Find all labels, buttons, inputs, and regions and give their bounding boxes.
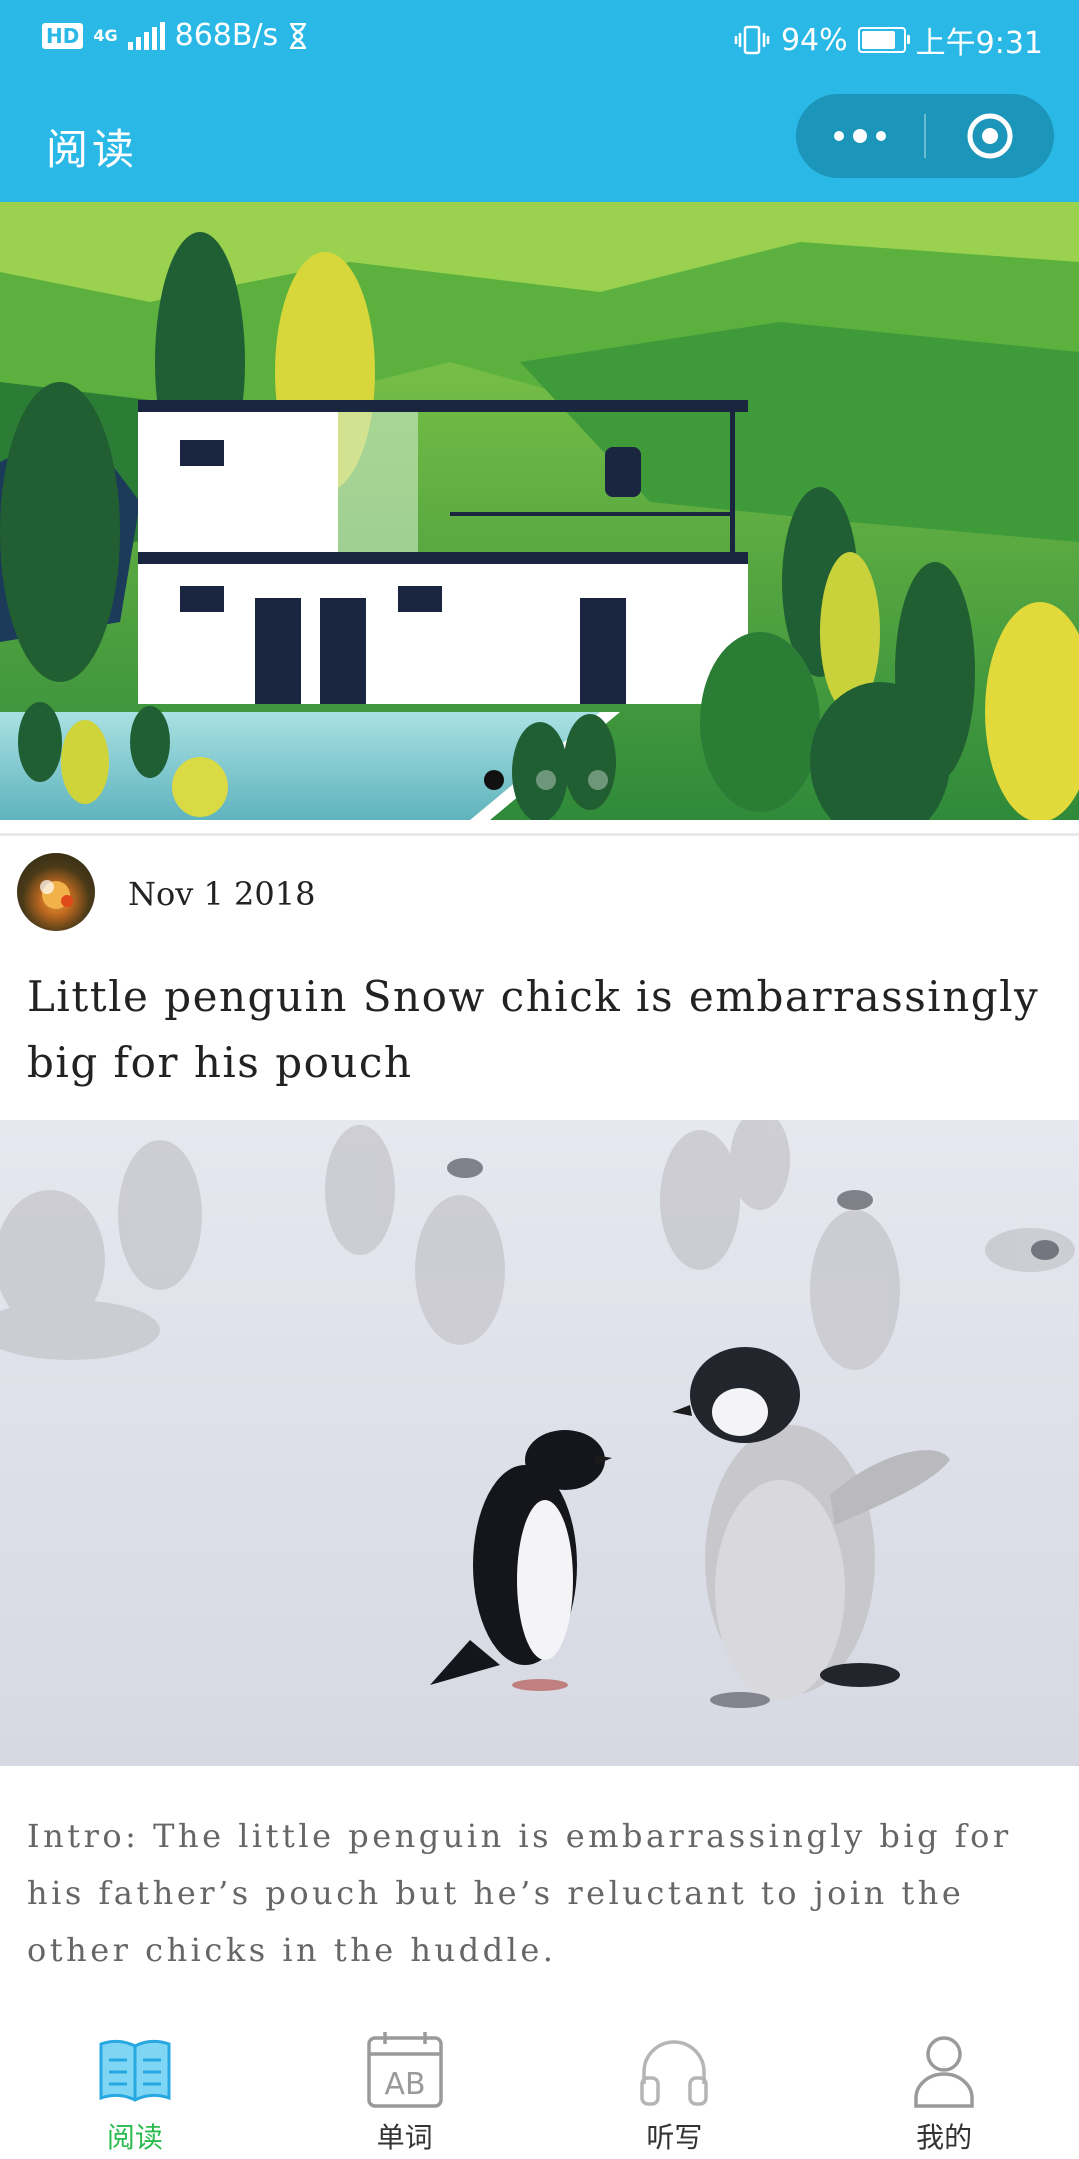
divider bbox=[0, 833, 1079, 836]
page-title: 阅读 bbox=[46, 125, 139, 174]
signal-icon bbox=[127, 21, 165, 50]
battery-percent: 94% bbox=[780, 22, 848, 58]
tab-label: 阅读 bbox=[106, 2121, 163, 2154]
status-left: HD 4G 868B/s bbox=[42, 18, 308, 53]
article-photo[interactable] bbox=[0, 1120, 1079, 1766]
close-miniprogram-button[interactable] bbox=[926, 94, 1054, 178]
battery-icon bbox=[857, 27, 910, 53]
carousel-dot[interactable] bbox=[484, 770, 504, 790]
mini-program-capsule bbox=[796, 94, 1054, 178]
penguins-photo bbox=[0, 1120, 1079, 1766]
carousel-dot[interactable] bbox=[588, 770, 608, 790]
headphones-icon bbox=[640, 2040, 709, 2106]
more-dot-icon bbox=[876, 131, 886, 141]
target-close-icon bbox=[967, 113, 1013, 159]
svg-text:AB: AB bbox=[384, 2067, 425, 2102]
status-bar: HD 4G 868B/s 94% 上午9:31 bbox=[0, 0, 1079, 72]
avatar-image bbox=[40, 880, 73, 909]
tab-label: 我的 bbox=[916, 2121, 973, 2154]
network-type: 4G bbox=[93, 25, 118, 45]
article-title[interactable]: Little penguin Snow chick is embarrassin… bbox=[27, 964, 1057, 1096]
tab-bar: 阅读 AB 单词 听写 我的 bbox=[0, 2010, 1079, 2159]
article-intro: Intro: The little penguin is embarrassin… bbox=[27, 1817, 1012, 1969]
status-right: 94% 上午9:31 bbox=[733, 18, 1043, 62]
user-icon bbox=[914, 2036, 974, 2108]
clock: 上午9:31 bbox=[915, 26, 1043, 61]
more-dot-icon bbox=[834, 131, 844, 141]
more-button[interactable] bbox=[796, 94, 924, 178]
banner-carousel[interactable] bbox=[0, 202, 1079, 820]
tab-reading[interactable]: 阅读 bbox=[0, 2010, 270, 2159]
calendar-ab-icon: AB bbox=[366, 2032, 443, 2108]
tab-me[interactable]: 我的 bbox=[809, 2010, 1079, 2159]
banner-illustration bbox=[0, 202, 1079, 820]
hourglass-icon bbox=[290, 22, 307, 49]
vibrate-icon bbox=[734, 25, 770, 55]
more-dot-icon bbox=[853, 129, 867, 143]
hd-badge: HD bbox=[42, 22, 84, 49]
tab-label: 听写 bbox=[646, 2121, 703, 2154]
carousel-indicators bbox=[484, 770, 608, 790]
book-icon bbox=[99, 2039, 171, 2102]
article-date: Nov 1 2018 bbox=[128, 875, 316, 913]
carousel-dot[interactable] bbox=[536, 770, 556, 790]
nav-header: 阅读 bbox=[0, 72, 1079, 202]
author-avatar[interactable] bbox=[17, 853, 95, 931]
tab-dictation[interactable]: 听写 bbox=[540, 2010, 810, 2159]
network-speed: 868B/s bbox=[174, 18, 279, 53]
tab-words[interactable]: AB 单词 bbox=[270, 2010, 540, 2159]
tab-label: 单词 bbox=[376, 2121, 433, 2154]
